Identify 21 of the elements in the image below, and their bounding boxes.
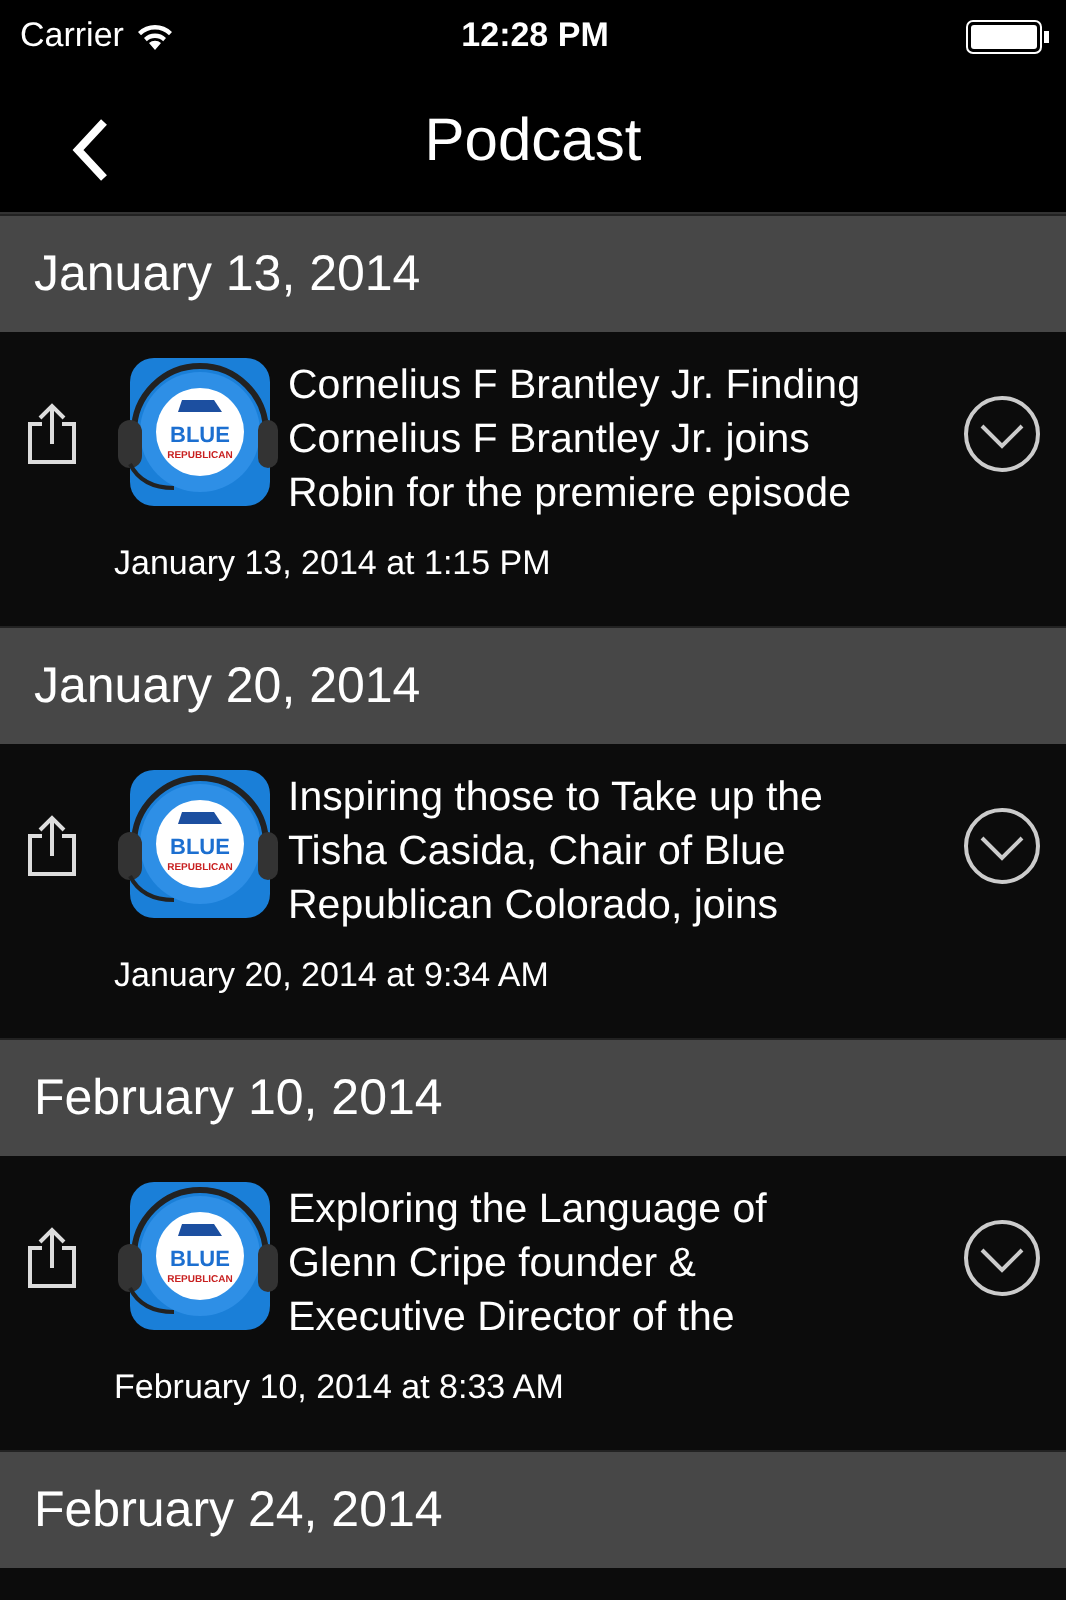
share-button[interactable] — [26, 814, 78, 878]
publish-date: January 13, 2014 at 1:15 PM — [112, 542, 553, 584]
clock-time: 12:28 PM — [461, 16, 609, 56]
section-header: February 24, 2014 — [0, 1450, 1066, 1568]
section-header: January 13, 2014 — [0, 214, 1066, 332]
section-header: January 20, 2014 — [0, 626, 1066, 744]
carrier-name: Carrier — [20, 16, 124, 56]
episode-description: Inspiring those to Take up the Tisha Casida, Chair of Blue Republican Colorado, joins — [288, 771, 825, 931]
expand-button[interactable] — [962, 394, 1042, 474]
share-button[interactable] — [26, 1226, 78, 1290]
episode-description: Cornelius F Brantley Jr. Finding Cornelius F Brantley Jr. joins Robin for the premiere episode — [288, 359, 862, 519]
share-button[interactable] — [26, 402, 78, 466]
expand-button[interactable] — [962, 1218, 1042, 1298]
section-header: February 10, 2014 — [0, 1038, 1066, 1156]
publish-date: February 10, 2014 at 8:33 AM — [112, 1366, 566, 1408]
expand-button[interactable] — [962, 806, 1042, 886]
screen-title: Podcast — [424, 108, 642, 176]
publish-date: January 20, 2014 at 9:34 AM — [112, 954, 551, 996]
wifi-icon — [135, 22, 174, 50]
battery-icon — [966, 19, 1051, 53]
episode-description: Exploring the Language of Glenn Cripe founder & Executive Director of the — [288, 1183, 769, 1343]
